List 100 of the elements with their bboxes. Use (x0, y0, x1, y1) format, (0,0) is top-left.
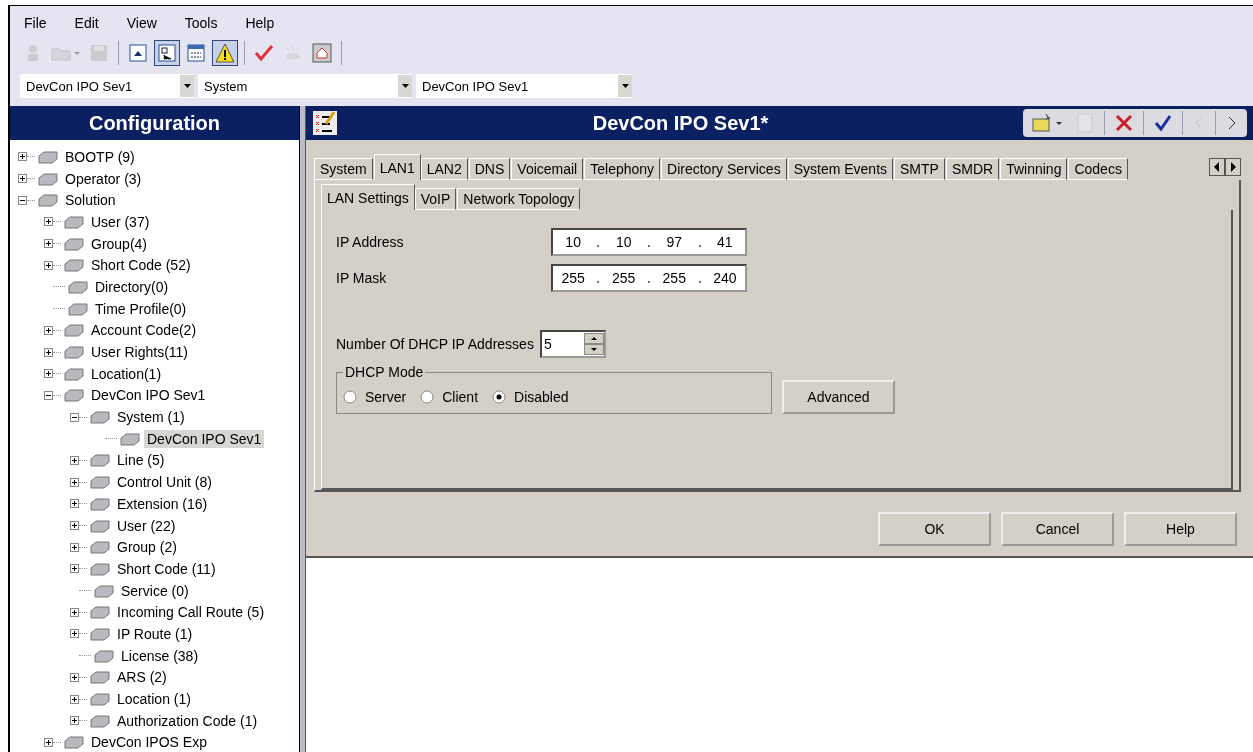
menu-item[interactable]: Tools (176, 15, 230, 31)
tab[interactable]: System Events (787, 158, 894, 180)
tree-item[interactable]: Line (5) (114, 451, 168, 470)
tree-item[interactable]: Location(1) (88, 364, 165, 383)
dialog-button[interactable]: OK (878, 512, 991, 546)
tab[interactable]: Codecs (1068, 158, 1128, 180)
expand-icon[interactable] (44, 325, 53, 335)
splitter[interactable] (300, 106, 306, 752)
tab[interactable]: Twinning (1000, 158, 1068, 180)
tab[interactable]: DNS (468, 158, 511, 180)
ip-field[interactable]: 255 255 255 240 (551, 264, 747, 292)
dropdown[interactable]: DevCon IPO Sev1 (20, 74, 194, 98)
expand-icon[interactable] (70, 564, 79, 574)
tree-item[interactable]: Time Profile(0) (92, 299, 190, 318)
dialog-button[interactable]: Help (1124, 512, 1237, 546)
tree-item[interactable]: DevCon IPO Sev1 (88, 386, 209, 405)
tree-item[interactable]: BOOTP (9) (62, 147, 138, 166)
expand-icon[interactable] (70, 477, 79, 487)
dropdown[interactable]: DevCon IPO Sev1 (416, 74, 632, 98)
tree-item[interactable]: IP Route (1) (114, 624, 196, 643)
expand-icon[interactable] (70, 672, 79, 682)
dropdown[interactable]: System (198, 74, 412, 98)
tab[interactable]: LAN1 (373, 154, 421, 180)
tab[interactable]: System (314, 158, 373, 180)
tree-item[interactable]: DevCon IPOS Exp (88, 733, 210, 752)
tab[interactable]: Telephony (584, 158, 661, 180)
expand-icon[interactable] (70, 607, 79, 617)
radio-label[interactable]: Server (365, 388, 407, 405)
tree-item[interactable]: ARS (2) (114, 668, 170, 687)
save-icon (90, 44, 108, 62)
tree-item[interactable]: Location (1) (114, 690, 194, 709)
node-icon (38, 171, 58, 186)
expand-icon[interactable] (70, 542, 79, 552)
tree-item[interactable]: Group (2) (114, 538, 180, 557)
expand-icon[interactable] (44, 347, 53, 357)
tree-item[interactable]: Control Unit (8) (114, 473, 215, 492)
tree-item[interactable]: DevCon IPO Sev1 (144, 429, 265, 448)
radio-button[interactable] (492, 389, 507, 404)
tree-item[interactable]: Service (0) (118, 581, 192, 600)
group-title: DHCP Mode (344, 364, 425, 380)
collapse-icon[interactable] (44, 390, 53, 400)
tree-item[interactable]: Directory(0) (92, 277, 172, 296)
menu-item[interactable]: View (118, 15, 169, 31)
radio-button[interactable] (420, 389, 435, 404)
expand-icon[interactable] (44, 369, 53, 379)
next-icon (1226, 115, 1238, 131)
tree-item[interactable]: Short Code (11) (114, 559, 219, 578)
expand-icon[interactable] (70, 521, 79, 531)
collapse-icon[interactable] (70, 412, 79, 422)
tab[interactable]: Directory Services (661, 158, 787, 180)
menu-item[interactable]: File (16, 15, 59, 31)
expand-icon[interactable] (44, 737, 53, 747)
tree-item[interactable]: System (1) (114, 408, 188, 427)
expand-icon[interactable] (44, 217, 53, 227)
tree-item[interactable]: User (37) (88, 212, 153, 231)
tree-item[interactable]: Incoming Call Route (5) (114, 603, 268, 622)
tree-item[interactable]: Authorization Code (1) (114, 711, 261, 730)
tree-item[interactable]: Short Code (52) (88, 256, 194, 275)
scroll-right-icon[interactable] (1225, 158, 1241, 176)
expand-icon[interactable] (44, 239, 53, 249)
tree-item[interactable]: Group(4) (88, 234, 151, 253)
tab[interactable]: SMTP (894, 158, 945, 180)
tab[interactable]: VoIP (414, 188, 457, 210)
tab[interactable]: Network Topology (457, 188, 581, 210)
node-icon (64, 236, 84, 251)
collapse-icon[interactable] (18, 195, 27, 205)
scroll-left-icon[interactable] (1209, 158, 1225, 176)
radio-button[interactable] (343, 389, 357, 404)
expand-icon[interactable] (70, 694, 79, 704)
expand-icon[interactable] (70, 455, 79, 465)
dialog-button[interactable]: Cancel (1001, 512, 1114, 546)
tab[interactable]: SMDR (945, 158, 1000, 180)
spinner-arrows-icon[interactable] (583, 333, 604, 355)
tree-item[interactable]: Extension (16) (114, 494, 211, 513)
tab[interactable]: LAN Settings (321, 184, 415, 210)
advanced-button[interactable]: Advanced (782, 380, 895, 414)
tree-item[interactable]: License (38) (118, 646, 202, 665)
menu-item[interactable]: Edit (66, 15, 111, 31)
tab[interactable]: Voicemail (511, 158, 584, 180)
radio-label[interactable]: Client (442, 388, 479, 405)
expand-icon[interactable] (18, 152, 27, 162)
menu-item[interactable]: Help (237, 15, 287, 31)
tree-item[interactable]: Operator (3) (62, 169, 145, 188)
tree-item[interactable]: User Rights(11) (88, 343, 191, 362)
tree-item[interactable]: User (22) (114, 516, 179, 535)
tree-item[interactable]: Account Code(2) (88, 321, 200, 340)
number-field[interactable]: 5 (539, 330, 606, 358)
expand-icon[interactable] (44, 260, 53, 270)
expand-icon[interactable] (70, 499, 79, 509)
expand-icon[interactable] (70, 716, 79, 726)
expand-icon[interactable] (18, 174, 27, 184)
close-icon (1115, 114, 1133, 132)
expand-icon[interactable] (70, 629, 79, 639)
toolbar-button[interactable] (212, 40, 238, 66)
radio-label[interactable]: Disabled (514, 388, 569, 405)
ip-field[interactable]: 10 10 97 41 (551, 228, 747, 256)
tab[interactable]: LAN2 (420, 158, 468, 180)
tree-item[interactable]: Solution (62, 191, 119, 210)
toolbar-button[interactable] (154, 40, 180, 66)
caret-icon (183, 84, 191, 88)
